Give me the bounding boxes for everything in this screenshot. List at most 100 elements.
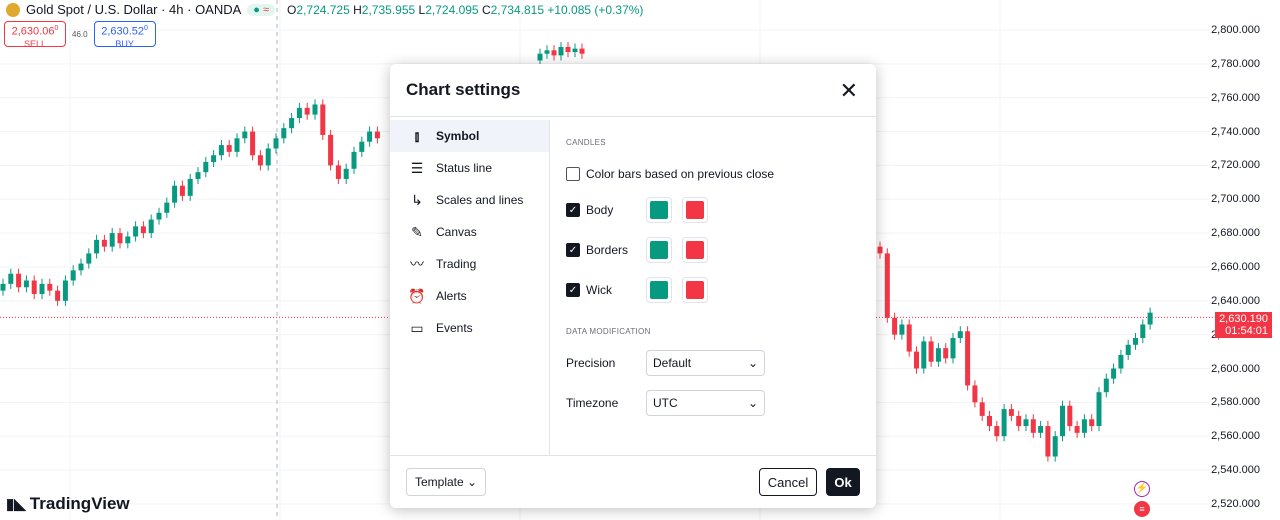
candle-body (1081, 419, 1087, 433)
candle-body (1008, 409, 1014, 416)
nav-item-symbol[interactable]: ⫾ Symbol (390, 120, 549, 152)
candle-body (125, 236, 131, 244)
price-tick: 2,720.000 (1211, 159, 1260, 172)
candle-body (1060, 405, 1065, 437)
candle-body (257, 155, 263, 166)
price-tick: 2,540.000 (1211, 464, 1260, 477)
candle-body (979, 402, 985, 416)
wick-checkbox[interactable]: ✓ (566, 283, 580, 297)
nav-item-alerts[interactable]: ⏰ Alerts (390, 280, 549, 312)
body-up-color-swatch[interactable] (646, 197, 672, 223)
buy-button[interactable]: 2,630.520 BUY (93, 21, 156, 49)
cancel-button[interactable]: Cancel (759, 468, 817, 496)
nav-item-scales-and-lines[interactable]: ↳ Scales and lines (390, 184, 549, 216)
candle-body (957, 331, 963, 339)
symbol-legend: Gold Spot / U.S. Dollar · 4h · OANDA ● ≈… (6, 2, 643, 17)
borders-checkbox[interactable]: ✓ (566, 243, 580, 257)
candles-header: CANDLES (566, 138, 606, 147)
timezone-label: Timezone (566, 396, 619, 410)
candle-body (359, 141, 365, 152)
candle-body (203, 162, 209, 173)
borders-up-color-swatch[interactable] (646, 237, 672, 263)
candle-body (343, 168, 349, 179)
candle-body (579, 48, 585, 54)
candle-body (320, 104, 326, 135)
candle-body (1001, 409, 1007, 437)
chevron-down-icon: ⌄ (747, 396, 758, 410)
nav-item-status-line[interactable]: ☰ Status line (390, 152, 549, 184)
ok-button[interactable]: Ok (826, 468, 860, 496)
candle-body (273, 138, 279, 149)
precision-select[interactable]: Default ⌄ (646, 350, 765, 376)
chevron-down-icon: ⌄ (466, 475, 477, 489)
chart-settings-dialog: Chart settings ✕ ⫾ Symbol ☰ Status line ↳ Sca… (390, 64, 876, 508)
market-status-badge[interactable]: ● ≈ (247, 3, 276, 16)
candle-body (987, 415, 992, 427)
candle-body (972, 385, 978, 403)
sell-button[interactable]: 2,630.060 SELL (4, 21, 66, 49)
candle-body (86, 253, 92, 264)
nav-item-trading[interactable]: 〰 Trading (390, 248, 549, 280)
nav-item-events[interactable]: ▭ Events (390, 312, 549, 344)
candle-body (572, 48, 578, 53)
price-tick: 2,780.000 (1211, 57, 1260, 70)
close-icon[interactable]: ✕ (840, 78, 858, 104)
candle-body (31, 280, 37, 295)
candle-body (16, 273, 22, 288)
candle-body (558, 46, 564, 56)
symbol-title[interactable]: Gold Spot / U.S. Dollar · 4h · OANDA (26, 2, 241, 17)
candle-body (312, 104, 318, 115)
candle-body (164, 202, 170, 213)
color-bars-checkbox[interactable]: Color bars based on previous close (566, 167, 876, 181)
nav-item-canvas[interactable]: ✎ Canvas (390, 216, 549, 248)
price-tick: 2,760.000 (1211, 91, 1260, 104)
price-tick: 2,520.000 (1211, 497, 1260, 510)
body-down-color-swatch[interactable] (682, 197, 708, 223)
body-checkbox[interactable]: ✓ (566, 203, 580, 217)
spread: 46.0 (72, 29, 88, 39)
price-tick: 2,740.000 (1211, 125, 1260, 138)
candle-body (1038, 426, 1044, 433)
trading-icon: 〰 (410, 256, 424, 272)
candle-body (551, 50, 557, 56)
tradingview-logo[interactable]: ▮◣ TradingView (6, 494, 130, 514)
candle-body (281, 128, 287, 139)
candle-body (1125, 344, 1131, 355)
candle-body (935, 348, 941, 362)
template-dropdown[interactable]: Template ⌄ (406, 468, 486, 496)
candle-body (304, 107, 310, 115)
candle-body (892, 317, 898, 335)
wick-up-color-swatch[interactable] (646, 277, 672, 303)
candle-body (133, 226, 139, 237)
flag-icon[interactable]: ≡ (1134, 501, 1150, 517)
candle-body (351, 151, 357, 169)
borders-down-color-swatch[interactable] (682, 237, 708, 263)
chevron-down-icon: ⌄ (747, 356, 758, 370)
candle-body (335, 165, 341, 179)
candle-body (172, 185, 178, 203)
candle-body (39, 283, 45, 295)
candle-body (950, 338, 956, 359)
data-modification-header: DATA MODIFICATION (566, 327, 651, 336)
settings-nav: ⫾ Symbol ☰ Status line ↳ Scales and lines ✎ Can… (390, 120, 550, 456)
price-tick: 2,640.000 (1211, 294, 1260, 307)
candle-body (1140, 324, 1146, 339)
candle-body (265, 148, 271, 166)
candle-body (47, 283, 53, 291)
scales-icon: ↳ (411, 191, 423, 208)
candle-body (101, 239, 107, 247)
candle-body (78, 263, 84, 271)
candle-body (884, 253, 890, 318)
candle-body (1052, 436, 1058, 457)
candle-body (328, 134, 334, 166)
candle-body (289, 118, 295, 129)
timezone-select[interactable]: UTC ⌄ (646, 390, 765, 416)
candle-body (55, 290, 61, 301)
candle-body (140, 226, 146, 234)
lightning-icon[interactable]: ⚡ (1134, 481, 1150, 497)
candle-body (965, 331, 971, 386)
candle-body (877, 246, 883, 254)
candle-body (187, 178, 193, 196)
price-tick: 2,680.000 (1211, 227, 1260, 240)
wick-down-color-swatch[interactable] (682, 277, 708, 303)
